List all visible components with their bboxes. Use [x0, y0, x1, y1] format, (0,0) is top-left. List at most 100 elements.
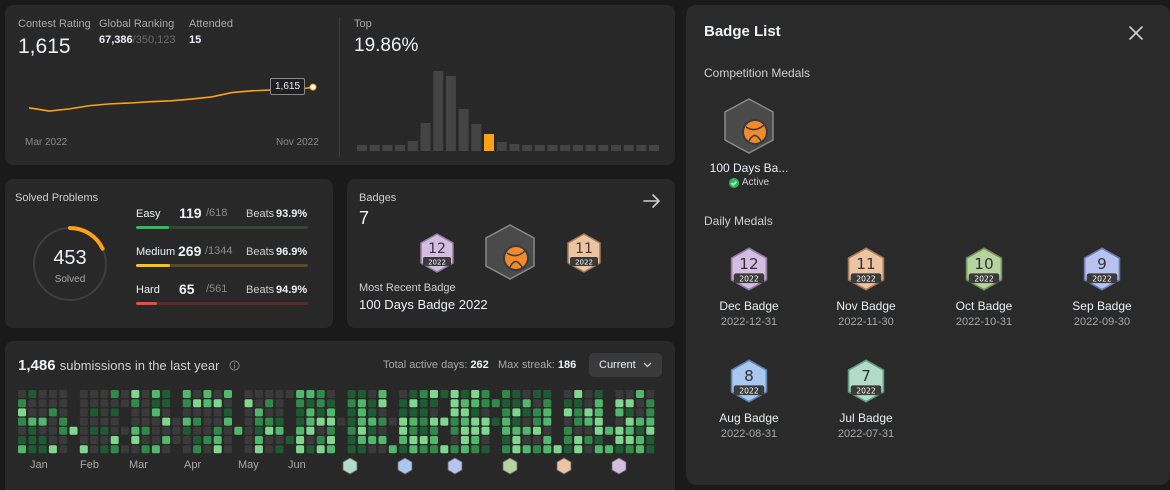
heatmap-cell[interactable]: [357, 417, 366, 426]
heatmap-cell[interactable]: [357, 436, 366, 444]
heatmap-cell[interactable]: [594, 445, 603, 454]
heatmap-cell[interactable]: [110, 436, 119, 444]
heatmap-cell[interactable]: [491, 417, 500, 426]
heatmap-cell[interactable]: [121, 399, 129, 408]
heatmap-cell[interactable]: [296, 426, 305, 435]
heatmap-cell[interactable]: [48, 399, 57, 408]
heatmap-cell[interactable]: [399, 426, 408, 435]
heatmap-cell[interactable]: [522, 436, 531, 444]
heatmap-cell[interactable]: [471, 426, 480, 435]
heatmap-cell[interactable]: [285, 436, 294, 444]
heatmap-cell[interactable]: [48, 417, 57, 426]
heatmap-cell[interactable]: [460, 390, 469, 398]
heatmap-cell[interactable]: [203, 445, 212, 454]
heatmap-cell[interactable]: [347, 390, 356, 398]
heatmap-cell[interactable]: [409, 436, 418, 444]
heatmap-cell[interactable]: [522, 417, 531, 426]
heatmap-cell[interactable]: [419, 417, 428, 426]
heatmap-cell[interactable]: [18, 426, 26, 435]
heatmap-cell[interactable]: [110, 445, 119, 454]
heatmap-cell[interactable]: [48, 390, 57, 398]
heatmap-cell[interactable]: [399, 408, 408, 417]
heatmap-cell[interactable]: [543, 417, 552, 426]
heatmap-cell[interactable]: [481, 390, 490, 398]
heatmap-cell[interactable]: [512, 417, 521, 426]
heatmap-cell[interactable]: [28, 426, 37, 435]
heatmap-cell[interactable]: [131, 426, 140, 435]
heatmap-cell[interactable]: [151, 417, 160, 426]
heatmap-cell[interactable]: [347, 426, 356, 435]
heatmap-cell[interactable]: [162, 390, 171, 398]
heatmap-cell[interactable]: [625, 445, 634, 454]
heatmap-cell[interactable]: [244, 417, 253, 426]
heatmap-cell[interactable]: [28, 417, 37, 426]
heatmap-cell[interactable]: [357, 445, 366, 454]
heatmap-cell[interactable]: [193, 399, 202, 408]
heatmap-cell[interactable]: [224, 426, 232, 435]
heatmap-cell[interactable]: [90, 399, 99, 408]
heatmap-cell[interactable]: [409, 390, 418, 398]
heatmap-cell[interactable]: [378, 399, 387, 408]
heatmap-cell[interactable]: [327, 436, 335, 444]
heatmap-cell[interactable]: [244, 390, 253, 398]
heatmap-cell[interactable]: [419, 399, 428, 408]
badges-card[interactable]: Badges 7 12 2022 11 2022 Most Recent Bad…: [347, 179, 675, 328]
heatmap-cell[interactable]: [481, 445, 490, 454]
heatmap-cell[interactable]: [471, 408, 480, 417]
heatmap-cell[interactable]: [90, 390, 99, 398]
heatmap-cell[interactable]: [625, 408, 634, 417]
heatmap-cell[interactable]: [409, 445, 418, 454]
heatmap-cell[interactable]: [399, 390, 408, 398]
heatmap-cell[interactable]: [121, 426, 129, 435]
heatmap-cell[interactable]: [110, 417, 119, 426]
heatmap-cell[interactable]: [141, 426, 150, 435]
heatmap-cell[interactable]: [327, 390, 335, 398]
heatmap-cell[interactable]: [265, 399, 274, 408]
heatmap-cell[interactable]: [244, 408, 253, 417]
heatmap-cell[interactable]: [522, 399, 531, 408]
heatmap-cell[interactable]: [347, 408, 356, 417]
heatmap-cell[interactable]: [502, 445, 511, 454]
heatmap-cell[interactable]: [100, 399, 109, 408]
heatmap-cell[interactable]: [502, 408, 511, 417]
heatmap-cell[interactable]: [625, 417, 634, 426]
heatmap-cell[interactable]: [615, 426, 624, 435]
heatmap-cell[interactable]: [110, 408, 119, 417]
heatmap-cell[interactable]: [172, 436, 181, 444]
heatmap-cell[interactable]: [378, 436, 387, 444]
heatmap-cell[interactable]: [543, 399, 552, 408]
heatmap-cell[interactable]: [203, 426, 212, 435]
heatmap-cell[interactable]: [316, 390, 325, 398]
close-icon[interactable]: [1129, 26, 1143, 40]
heatmap-cell[interactable]: [213, 399, 222, 408]
heatmap-cell[interactable]: [450, 417, 459, 426]
heatmap-cell[interactable]: [378, 390, 387, 398]
heatmap-cell[interactable]: [141, 417, 150, 426]
heatmap-cell[interactable]: [574, 426, 583, 435]
daily-badge-sep-badge[interactable]: 9 2022 Sep Badge 2022-09-30: [1047, 245, 1157, 328]
heatmap-cell[interactable]: [151, 408, 160, 417]
heatmap-cell[interactable]: [203, 417, 212, 426]
heatmap-cell[interactable]: [543, 408, 552, 417]
heatmap-cell[interactable]: [316, 436, 325, 444]
heatmap-cell[interactable]: [563, 426, 572, 435]
heatmap-cell[interactable]: [430, 417, 438, 426]
heatmap-cell[interactable]: [409, 417, 418, 426]
heatmap-cell[interactable]: [244, 399, 253, 408]
heatmap-cell[interactable]: [306, 408, 315, 417]
heatmap-cell[interactable]: [615, 390, 624, 398]
heatmap-cell[interactable]: [327, 417, 335, 426]
heatmap-cell[interactable]: [275, 408, 284, 417]
heatmap-cell[interactable]: [584, 417, 593, 426]
heatmap-cell[interactable]: [625, 426, 634, 435]
heatmap-cell[interactable]: [533, 399, 541, 408]
heatmap-cell[interactable]: [584, 426, 593, 435]
heatmap-cell[interactable]: [306, 445, 315, 454]
heatmap-cell[interactable]: [213, 426, 222, 435]
heatmap-cell[interactable]: [533, 408, 541, 417]
heatmap-cell[interactable]: [254, 436, 263, 444]
heatmap-cell[interactable]: [646, 426, 655, 435]
heatmap-cell[interactable]: [378, 445, 387, 454]
heatmap-cell[interactable]: [38, 417, 47, 426]
heatmap-cell[interactable]: [275, 445, 284, 454]
